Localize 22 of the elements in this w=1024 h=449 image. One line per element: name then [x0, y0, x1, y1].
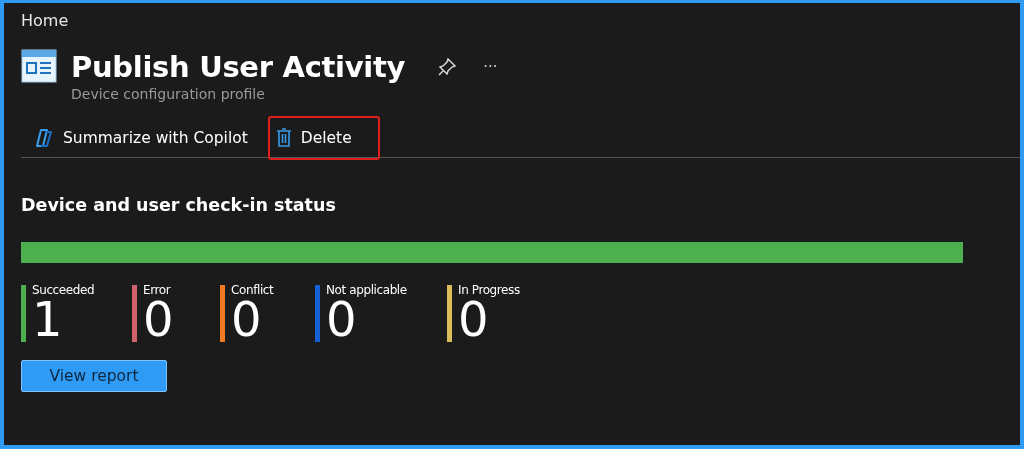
status-count: 1 — [32, 297, 63, 341]
status-count: 0 — [326, 297, 357, 341]
status-count: 0 — [458, 297, 489, 341]
status-label: Error — [143, 283, 172, 297]
section-heading: Device and user check-in status — [21, 195, 337, 215]
delete-button[interactable]: Delete — [267, 116, 380, 160]
status-count: 0 — [231, 297, 262, 341]
pin-icon[interactable] — [437, 57, 458, 77]
profile-icon — [21, 49, 57, 83]
status-count: 0 — [143, 297, 174, 341]
trash-icon — [275, 128, 292, 148]
status-label: In Progress — [458, 283, 520, 297]
breadcrumb-link[interactable]: Home — [21, 11, 69, 30]
status-label: Conflict — [231, 283, 274, 297]
more-button[interactable]: ··· — [483, 58, 498, 76]
status-label: Succeeded — [32, 283, 95, 297]
status-label: Not applicable — [326, 283, 407, 297]
view-report-button[interactable]: View report — [21, 360, 167, 392]
copilot-icon — [34, 128, 54, 148]
page-subtitle: Device configuration profile — [71, 86, 266, 102]
page-title: Publish User Activity — [71, 49, 406, 85]
copilot-button[interactable]: Summarize with Copilot — [32, 116, 250, 160]
